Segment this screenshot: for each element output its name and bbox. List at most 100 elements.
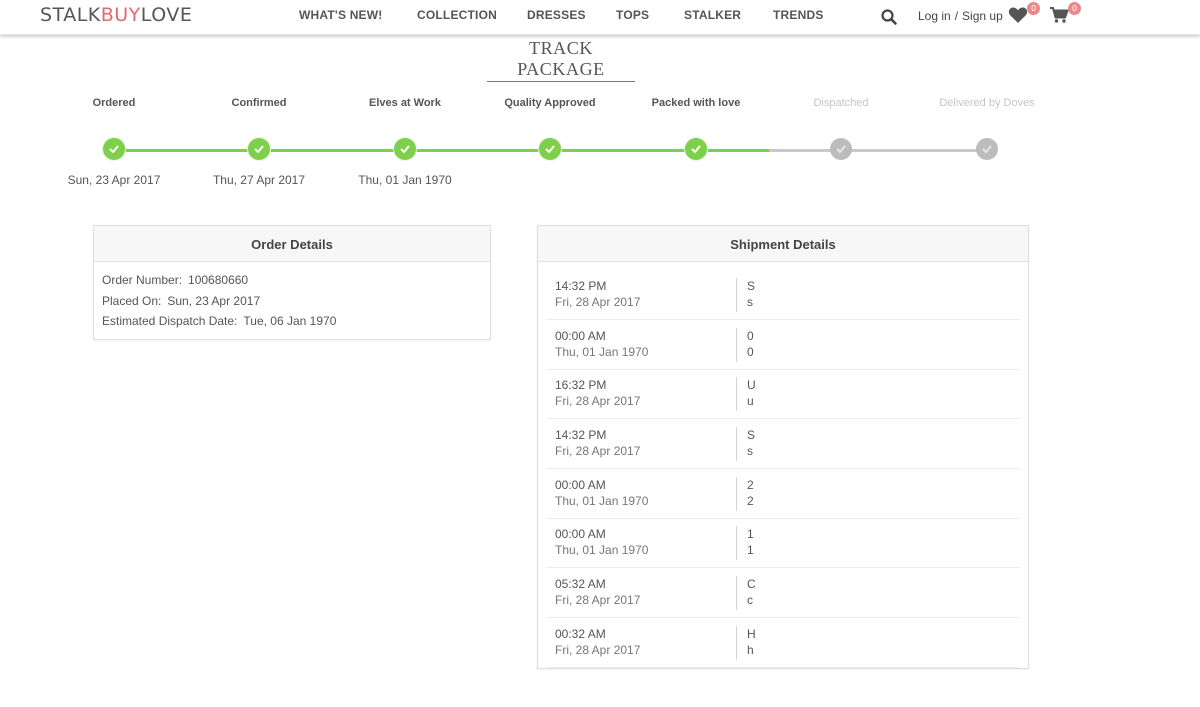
shipment-date: Thu, 01 Jan 1970 [555, 493, 649, 508]
checkmark-icon [109, 145, 119, 153]
step-pending-indicator [976, 138, 998, 160]
step-complete-indicator [248, 138, 270, 160]
dispatch-date-row: Estimated Dispatch Date: Tue, 06 Jan 1970 [102, 314, 482, 335]
shipment-status: U [747, 378, 756, 393]
login-link[interactable]: Log in [918, 9, 951, 23]
nav-dresses[interactable]: DRESSES [527, 8, 586, 22]
wishlist-button[interactable]: 0 [1008, 2, 1040, 26]
search-icon [881, 9, 897, 25]
step-label: Elves at Work [369, 97, 441, 109]
checkmark-icon [982, 145, 992, 153]
progress-line-complete [114, 149, 769, 152]
placed-on-row: Placed On: Sun, 23 Apr 2017 [102, 294, 482, 315]
auth-links: Log in / Sign up [918, 9, 1003, 23]
shipment-divider [736, 526, 737, 561]
shipment-status: H [747, 626, 756, 641]
page-title: TRACK PACKAGE [487, 38, 635, 82]
shipment-status-detail: h [747, 642, 754, 657]
placed-on-value: Sun, 23 Apr 2017 [167, 293, 261, 308]
step-label: Packed with love [651, 97, 741, 109]
logo-text-love: LOVE [140, 4, 193, 26]
nav-whats-new[interactable]: WHAT'S NEW! [299, 8, 382, 22]
cart-button[interactable]: 0 [1049, 2, 1081, 26]
shipment-list: 14:32 PM Fri, 28 Apr 2017 S s 00:00 AM T… [538, 262, 1028, 668]
shipment-row: 05:32 AM Fri, 28 Apr 2017 C c [547, 569, 1020, 619]
checkmark-icon [545, 145, 555, 153]
nav-collection[interactable]: COLLECTION [417, 8, 497, 22]
heart-icon [1008, 7, 1028, 23]
shipment-status: C [747, 577, 756, 592]
nav-tops[interactable]: TOPS [616, 8, 649, 22]
step-elves-at-work: Elves at Work Thu, 01 Jan 1970 [330, 90, 480, 187]
step-complete-indicator [539, 138, 561, 160]
shipment-status: S [747, 279, 756, 293]
shipment-divider [736, 625, 737, 660]
step-date: Sun, 23 Apr 2017 [67, 173, 161, 187]
shipment-divider [736, 476, 737, 511]
site-logo[interactable]: STALKBUYLOVE [40, 4, 192, 26]
shipment-status-detail: 0 [747, 344, 754, 359]
shipment-row: 00:00 AM Thu, 01 Jan 1970 0 0 [547, 321, 1020, 370]
step-label: Quality Approved [504, 97, 596, 109]
shipment-time: 00:32 AM [555, 626, 606, 641]
site-header: STALKBUYLOVE WHAT'S NEW! COLLECTION DRES… [0, 0, 1200, 35]
step-delivered-by-doves: Delivered by Doves [912, 90, 1062, 160]
shipment-date: Fri, 28 Apr 2017 [555, 642, 641, 657]
shipment-date: Fri, 28 Apr 2017 [555, 394, 641, 409]
shipment-date: Fri, 28 Apr 2017 [555, 444, 641, 459]
shipment-status: 0 [747, 328, 754, 343]
signup-link[interactable]: Sign up [962, 9, 1003, 23]
cart-icon [1050, 7, 1069, 23]
shipment-details-title: Shipment Details [538, 226, 1028, 262]
step-ordered: Ordered Sun, 23 Apr 2017 [39, 90, 189, 187]
nav-stalker[interactable]: STALKER [684, 8, 741, 22]
step-pending-indicator [830, 138, 852, 160]
nav-trends[interactable]: TRENDS [773, 8, 824, 22]
search-button[interactable] [880, 8, 898, 26]
order-number-row: Order Number: 100680660 [102, 273, 482, 294]
step-packed-with-love: Packed with love [621, 90, 771, 160]
step-complete-indicator [685, 138, 707, 160]
shipment-date: Fri, 28 Apr 2017 [555, 593, 641, 608]
shipment-status: 2 [747, 477, 754, 492]
shipment-time: 14:32 PM [555, 428, 607, 443]
checkmark-icon [400, 145, 410, 153]
shipment-status-detail: s [747, 444, 753, 459]
order-details-title: Order Details [94, 226, 490, 262]
order-details-body: Order Number: 100680660 Placed On: Sun, 23… [94, 262, 490, 335]
shipment-status: S [747, 428, 756, 443]
checkmark-icon [254, 145, 264, 153]
checkmark-icon [836, 145, 846, 153]
wishlist-count-badge: 0 [1027, 2, 1040, 15]
shipment-date: Fri, 28 Apr 2017 [555, 295, 641, 309]
auth-separator: / [954, 9, 959, 23]
shipment-status-detail: 2 [747, 493, 754, 508]
shipment-row: 16:32 PM Fri, 28 Apr 2017 U u [547, 370, 1020, 420]
shipment-time: 05:32 AM [555, 577, 606, 592]
shipment-status-detail: u [747, 394, 754, 409]
shipment-time: 00:00 AM [555, 328, 606, 343]
step-label: Delivered by Doves [939, 97, 1035, 109]
shipment-divider [736, 278, 737, 312]
logo-text-stalk: STALK [40, 4, 101, 26]
shipment-time: 00:00 AM [555, 477, 606, 492]
step-complete-indicator [103, 138, 125, 160]
step-date: Thu, 27 Apr 2017 [212, 173, 306, 187]
shipment-divider [736, 427, 737, 462]
shipment-date: Thu, 01 Jan 1970 [555, 543, 649, 558]
shipment-time: 00:00 AM [555, 527, 606, 542]
shipment-time: 14:32 PM [555, 279, 607, 293]
order-number-label: Order Number: [102, 273, 183, 287]
step-confirmed: Confirmed Thu, 27 Apr 2017 [184, 90, 334, 187]
shipment-status: 1 [747, 527, 754, 542]
dispatch-date-label: Estimated Dispatch Date: [102, 314, 238, 328]
progress-line-pending [769, 149, 987, 152]
shipment-divider [736, 377, 737, 412]
shipment-details-panel: Shipment Details 14:32 PM Fri, 28 Apr 20… [537, 225, 1029, 669]
shipment-date: Thu, 01 Jan 1970 [555, 344, 649, 359]
step-dispatched: Dispatched [766, 90, 916, 160]
shipment-divider [736, 576, 737, 611]
order-details-panel: Order Details Order Number: 100680660 Pla… [93, 225, 491, 340]
shipment-status-detail: 1 [747, 543, 754, 558]
shipment-status-detail: s [747, 295, 753, 309]
